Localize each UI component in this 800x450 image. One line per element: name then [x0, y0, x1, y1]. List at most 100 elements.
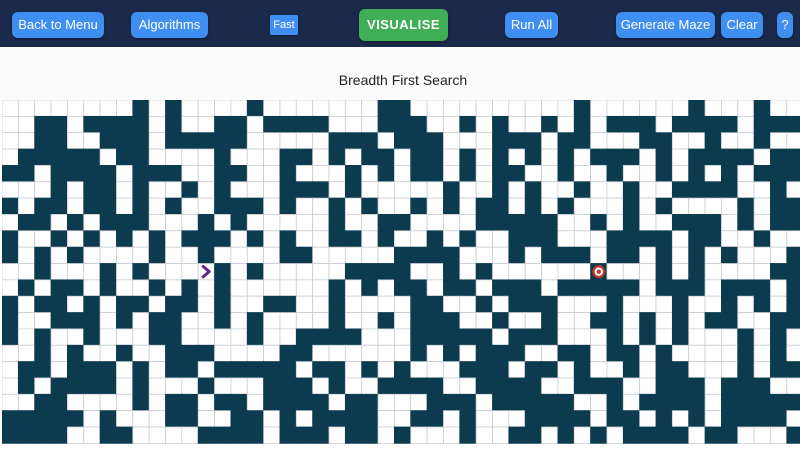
wall-cell[interactable] [230, 410, 248, 428]
grid-cell[interactable] [671, 410, 690, 428]
grid-cell[interactable] [230, 246, 248, 264]
wall-cell[interactable] [34, 115, 52, 134]
grid-cell[interactable] [295, 230, 314, 248]
grid-cell[interactable] [328, 393, 346, 412]
wall-cell[interactable] [590, 377, 608, 395]
wall-cell[interactable] [312, 426, 330, 444]
grid-cell[interactable] [459, 377, 477, 395]
wall-cell[interactable] [83, 148, 101, 166]
grid-cell[interactable] [737, 263, 755, 281]
wall-cell[interactable] [34, 148, 52, 166]
grid-cell[interactable] [639, 377, 657, 395]
grid-cell[interactable] [459, 344, 477, 363]
grid-cell[interactable] [197, 148, 215, 166]
grid-cell[interactable] [2, 214, 19, 232]
grid-cell[interactable] [639, 344, 657, 363]
wall-cell[interactable] [148, 312, 166, 330]
wall-cell[interactable] [361, 393, 379, 412]
grid-cell[interactable] [312, 132, 330, 150]
wall-cell[interactable] [459, 279, 477, 297]
grid-cell[interactable] [704, 246, 722, 264]
grid-cell[interactable] [148, 393, 166, 412]
wall-cell[interactable] [671, 214, 690, 232]
grid-cell[interactable] [393, 312, 412, 330]
wall-cell[interactable] [295, 344, 314, 363]
wall-cell[interactable] [770, 181, 788, 199]
wall-cell[interactable] [34, 197, 52, 215]
grid-cell[interactable] [426, 426, 444, 444]
grid-cell[interactable] [181, 165, 199, 183]
grid-cell[interactable] [770, 230, 788, 248]
grid-cell[interactable] [541, 181, 559, 199]
grid-cell[interactable] [181, 263, 199, 281]
grid-cell[interactable] [230, 263, 248, 281]
wall-cell[interactable] [786, 393, 800, 412]
wall-cell[interactable] [67, 377, 85, 395]
grid-cell[interactable] [116, 263, 134, 281]
grid-cell[interactable] [721, 197, 739, 215]
wall-cell[interactable] [116, 214, 134, 232]
grid-cell[interactable] [557, 263, 575, 281]
wall-cell[interactable] [230, 393, 248, 412]
wall-cell[interactable] [737, 197, 755, 215]
wall-cell[interactable] [410, 148, 428, 166]
grid-cell[interactable] [361, 115, 379, 134]
grid-cell[interactable] [639, 246, 657, 264]
grid-cell[interactable] [263, 132, 281, 150]
grid-cell[interactable] [524, 344, 542, 363]
wall-cell[interactable] [606, 328, 624, 346]
wall-cell[interactable] [721, 295, 739, 313]
wall-cell[interactable] [361, 132, 379, 150]
wall-cell[interactable] [492, 132, 510, 150]
grid-cell[interactable] [197, 393, 215, 412]
wall-cell[interactable] [573, 132, 592, 150]
wall-cell[interactable] [17, 148, 36, 166]
grid-cell[interactable] [704, 263, 722, 281]
wall-cell[interactable] [165, 100, 183, 117]
grid-cell[interactable] [622, 165, 641, 183]
wall-cell[interactable] [377, 263, 395, 281]
wall-cell[interactable] [704, 132, 722, 150]
wall-cell[interactable] [181, 230, 199, 248]
wall-cell[interactable] [279, 295, 297, 313]
grid-cell[interactable] [753, 263, 771, 281]
grid-cell[interactable] [557, 328, 575, 346]
wall-cell[interactable] [475, 295, 493, 313]
wall-cell[interactable] [770, 344, 788, 363]
grid-cell[interactable] [753, 214, 771, 232]
wall-cell[interactable] [17, 426, 36, 444]
grid-cell[interactable] [116, 361, 134, 379]
wall-cell[interactable] [410, 165, 428, 183]
wall-cell[interactable] [655, 377, 673, 395]
wall-cell[interactable] [671, 361, 690, 379]
wall-cell[interactable] [67, 279, 85, 297]
wall-cell[interactable] [246, 361, 265, 379]
grid-cell[interactable] [67, 295, 85, 313]
grid-cell[interactable] [2, 132, 19, 150]
wall-cell[interactable] [606, 230, 624, 248]
grid-cell[interactable] [165, 181, 183, 199]
grid-cell[interactable] [753, 426, 771, 444]
grid-cell[interactable] [132, 344, 150, 363]
wall-cell[interactable] [132, 295, 150, 313]
grid-cell[interactable] [67, 328, 85, 346]
wall-cell[interactable] [459, 426, 477, 444]
grid-cell[interactable] [753, 328, 771, 346]
grid-cell[interactable] [393, 393, 412, 412]
wall-cell[interactable] [361, 410, 379, 428]
wall-cell[interactable] [181, 393, 199, 412]
wall-cell[interactable] [557, 148, 575, 166]
grid-cell[interactable] [606, 132, 624, 150]
grid-cell[interactable] [230, 148, 248, 166]
grid-cell[interactable] [590, 132, 608, 150]
wall-cell[interactable] [622, 246, 641, 264]
grid-cell[interactable] [99, 393, 117, 412]
grid-cell[interactable] [524, 100, 542, 117]
wall-cell[interactable] [737, 279, 755, 297]
grid-cell[interactable] [17, 100, 36, 117]
grid-cell[interactable] [246, 115, 265, 134]
grid-cell[interactable] [443, 426, 461, 444]
grid-cell[interactable] [148, 132, 166, 150]
wall-cell[interactable] [443, 279, 461, 297]
grid-cell[interactable] [312, 148, 330, 166]
